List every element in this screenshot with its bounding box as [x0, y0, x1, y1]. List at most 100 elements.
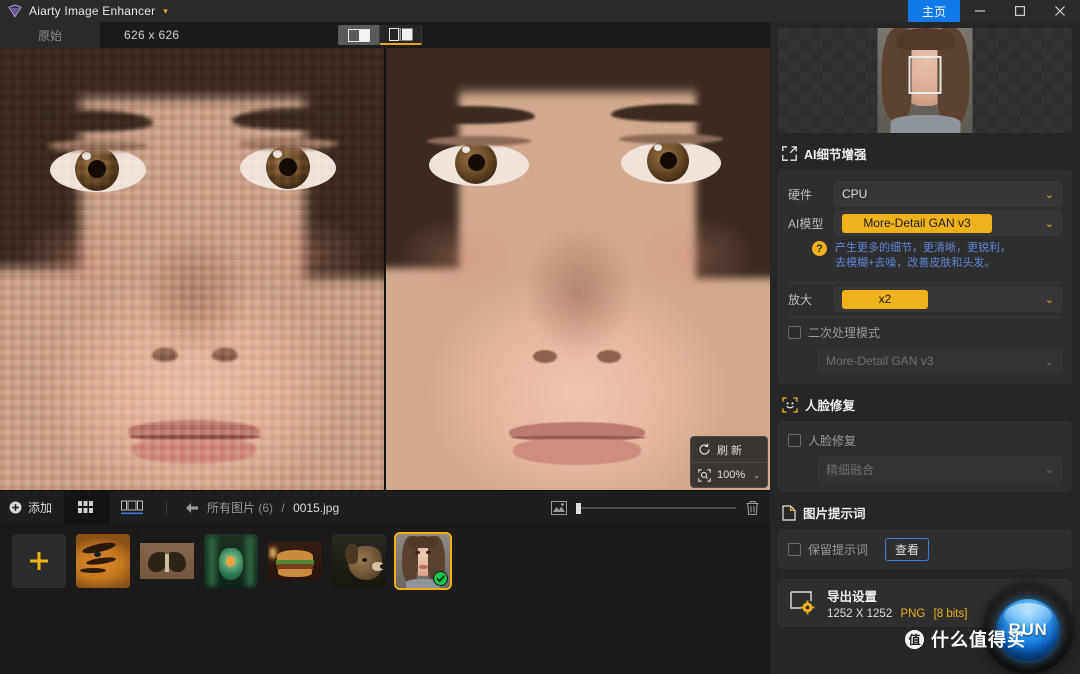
- model-value: More-Detail GAN v3: [842, 213, 992, 233]
- breadcrumb-all-images[interactable]: 所有图片: [207, 501, 255, 515]
- chevron-down-icon: ⌄: [1044, 188, 1054, 201]
- view-prompt-button[interactable]: 查看: [885, 537, 930, 561]
- settings-panel: AI细节增强 硬件 CPU ⌄ AI模型 More-Detail GAN v3 …: [770, 22, 1080, 674]
- breadcrumb-current-file: 0015.jpg: [293, 501, 340, 515]
- face-restore-row[interactable]: 人脸修复: [788, 429, 1062, 451]
- face-restore-label: 人脸修复: [808, 433, 857, 448]
- pane-divider: [384, 48, 386, 490]
- chevron-down-icon: ⌄: [1044, 293, 1054, 306]
- navigator-preview[interactable]: [778, 28, 1072, 133]
- section-title-ai-detail: AI细节增强: [804, 148, 867, 162]
- filmstrip-view-icon: [121, 500, 144, 514]
- add-thumbnail-button[interactable]: [12, 534, 66, 588]
- toolbar-divider: [166, 500, 168, 515]
- model-select[interactable]: More-Detail GAN v3 ⌄: [834, 210, 1062, 236]
- scale-select[interactable]: x2 ⌄: [834, 286, 1062, 312]
- view-mode-split-button[interactable]: [338, 25, 380, 45]
- scale-row: 放大 x2 ⌄: [788, 286, 1062, 312]
- face-restore-mode-value: 精细融合: [826, 462, 875, 477]
- plus-icon: [30, 552, 48, 570]
- app-title: Aiarty Image Enhancer: [29, 4, 156, 18]
- trash-icon[interactable]: [745, 500, 760, 516]
- thumb-butterfly[interactable]: [140, 534, 194, 588]
- run-label: RUN: [1008, 620, 1048, 639]
- add-images-button[interactable]: 添加: [0, 491, 64, 525]
- export-settings-icon: [790, 591, 815, 615]
- viewer-zoom-overlay: 刷 新 100% ⌄: [690, 436, 768, 488]
- pane-original[interactable]: [0, 48, 385, 490]
- view-grid-tab[interactable]: [64, 490, 111, 525]
- document-icon: [782, 504, 796, 521]
- scale-value: x2: [842, 289, 928, 309]
- export-bits: [8 bits]: [933, 608, 968, 620]
- close-button[interactable]: [1040, 0, 1080, 22]
- run-button[interactable]: RUN: [984, 586, 1072, 674]
- maximize-button[interactable]: [1000, 0, 1040, 22]
- view-mode-side-by-side-button[interactable]: [380, 25, 422, 45]
- application-window: Aiarty Image Enhancer ▾ 主页 原始 626 x 626: [0, 0, 1080, 674]
- section-title-image-prompt: 图片提示词: [803, 507, 866, 521]
- keep-prompt-row: 保留提示词 查看: [788, 537, 1062, 561]
- model-description: 产生更多的细节，更清晰，更锐利， 去模糊+去噪，改善皮肤和头发。: [835, 241, 1011, 271]
- hardware-select[interactable]: CPU ⌄: [834, 181, 1062, 207]
- slider-handle[interactable]: [576, 502, 581, 514]
- hardware-row: 硬件 CPU ⌄: [788, 181, 1062, 207]
- home-button[interactable]: 主页: [908, 0, 960, 22]
- refresh-icon: [699, 443, 710, 455]
- card-divider-2: [788, 317, 1062, 318]
- zoom-value: 100%: [717, 469, 746, 481]
- thumb-dog[interactable]: [332, 534, 386, 588]
- breadcrumb-count: (6): [258, 501, 274, 515]
- thumbnail-selected-badge: [433, 571, 448, 586]
- breadcrumb-separator: /: [281, 501, 285, 515]
- navigator-viewport-rect[interactable]: [908, 56, 942, 94]
- thumbnail-size-slider[interactable]: [576, 502, 736, 514]
- back-button[interactable]: [177, 502, 207, 514]
- export-settings-text: 导出设置 1252 X 1252 PNG [8 bits]: [827, 586, 967, 620]
- chevron-down-icon: ⌄: [1044, 217, 1054, 230]
- plus-circle-icon: [9, 501, 22, 514]
- export-settings-details: 1252 X 1252 PNG [8 bits]: [827, 608, 967, 620]
- slider-track: [576, 506, 736, 509]
- thumb-tiger[interactable]: [76, 534, 130, 588]
- run-button-sphere: RUN: [997, 599, 1059, 661]
- breadcrumb[interactable]: 所有图片 (6) / 0015.jpg: [207, 499, 339, 516]
- section-header-image-prompt: 图片提示词: [770, 492, 1080, 529]
- section-header-ai-detail: AI细节增强: [770, 133, 1080, 170]
- model-description-row: ? 产生更多的细节，更清晰，更锐利， 去模糊+去噪，改善皮肤和头发。: [788, 239, 1062, 277]
- chevron-down-icon[interactable]: ⌄: [753, 471, 760, 480]
- view-mode-toggle: [338, 25, 422, 45]
- title-dropdown-caret-icon[interactable]: ▾: [163, 6, 168, 16]
- second-pass-label: 二次处理模式: [808, 325, 881, 340]
- thumb-portrait[interactable]: [394, 532, 452, 590]
- back-arrow-icon: [186, 502, 199, 513]
- second-pass-model-select[interactable]: More-Detail GAN v3 ⌄: [818, 348, 1062, 374]
- thumb-jar[interactable]: [204, 534, 258, 588]
- view-filmstrip-tab[interactable]: [110, 491, 156, 525]
- original-image: [0, 48, 385, 490]
- hardware-label: 硬件: [788, 187, 813, 202]
- help-icon[interactable]: ?: [812, 241, 827, 256]
- second-pass-checkbox[interactable]: [788, 325, 801, 339]
- enhanced-image: [385, 48, 770, 490]
- face-restore-mode-select[interactable]: 精细融合 ⌄: [818, 456, 1062, 482]
- minimize-button[interactable]: [960, 0, 1000, 22]
- check-circle-icon: [434, 572, 447, 585]
- tab-original[interactable]: 原始: [0, 22, 100, 48]
- face-restore-checkbox[interactable]: [788, 433, 801, 447]
- second-pass-row[interactable]: 二次处理模式: [788, 321, 1062, 343]
- face-restore-card: 人脸修复 精细融合 ⌄: [778, 421, 1072, 492]
- image-comparison-stage: 刷 新 100% ⌄: [0, 48, 770, 490]
- hardware-value: CPU: [842, 187, 868, 201]
- keep-prompt-checkbox[interactable]: [788, 542, 801, 556]
- image-size-icon: [551, 500, 567, 515]
- model-label: AI模型: [788, 216, 824, 231]
- export-dimensions: 1252 X 1252: [827, 608, 893, 620]
- refresh-button[interactable]: 刷 新: [691, 437, 767, 462]
- zoom-level-control[interactable]: 100% ⌄: [691, 462, 767, 487]
- ai-detail-card: 硬件 CPU ⌄ AI模型 More-Detail GAN v3 ⌄ ? 产生更…: [778, 170, 1072, 384]
- pane-enhanced[interactable]: 刷 新 100% ⌄: [385, 48, 770, 490]
- thumb-burger[interactable]: [268, 534, 322, 588]
- window-controls: [960, 0, 1080, 22]
- zoom-icon: [698, 468, 711, 482]
